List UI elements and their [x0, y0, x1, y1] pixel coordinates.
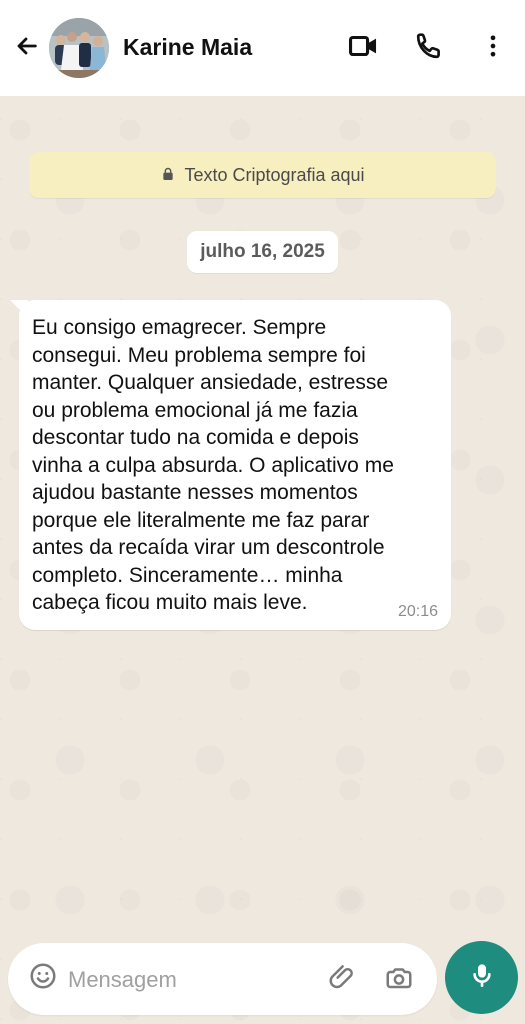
microphone-icon — [466, 959, 498, 996]
phone-icon — [413, 30, 445, 67]
avatar[interactable] — [49, 18, 109, 78]
video-call-button[interactable] — [343, 28, 385, 68]
arrow-left-icon — [12, 32, 40, 65]
message-composer — [8, 943, 437, 1015]
avatar-photo — [49, 18, 109, 78]
lock-icon — [160, 166, 176, 182]
attach-button[interactable] — [322, 959, 362, 999]
encryption-banner[interactable]: Texto Criptografia aqui — [29, 152, 496, 198]
video-camera-icon — [347, 29, 381, 68]
camera-button[interactable] — [379, 959, 419, 999]
date-chip: julho 16, 2025 — [187, 231, 338, 273]
message-bubble[interactable]: Eu consigo emagrecer. Sempre consegui. M… — [19, 300, 451, 630]
paperclip-icon — [327, 962, 357, 997]
back-button[interactable] — [8, 28, 44, 68]
voice-call-button[interactable] — [408, 28, 450, 68]
emoji-icon — [28, 961, 58, 996]
message-time: 20:16 — [397, 603, 438, 620]
contact-name[interactable]: Karine Maia — [123, 34, 252, 61]
encryption-banner-text: Texto Criptografia aqui — [184, 164, 365, 185]
message-text: Eu consigo emagrecer. Sempre consegui. M… — [32, 316, 394, 614]
menu-button[interactable] — [472, 28, 514, 68]
camera-icon — [384, 962, 414, 997]
chat-header: Karine Maia — [0, 0, 525, 97]
microphone-button[interactable] — [445, 941, 518, 1014]
three-dot-menu-icon — [479, 32, 507, 65]
emoji-button[interactable] — [25, 960, 61, 996]
message-input[interactable] — [66, 959, 325, 1001]
